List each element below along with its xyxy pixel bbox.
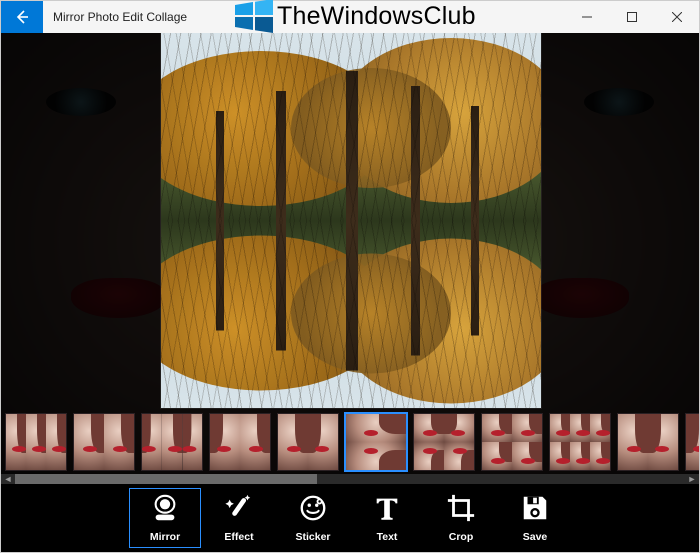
- bottom-toolbar: Mirror Effect Sticker Text Crop Save: [1, 484, 699, 552]
- scroll-right-button[interactable]: ►: [685, 474, 699, 484]
- layout-thumb-0[interactable]: [5, 413, 67, 471]
- sticker-icon: [298, 493, 328, 528]
- layout-thumb-6[interactable]: [413, 413, 475, 471]
- close-icon: [672, 12, 682, 22]
- minimize-button[interactable]: [564, 1, 609, 33]
- layout-thumb-3[interactable]: [209, 413, 271, 471]
- workspace: ◄ ► Mirror Effect Sticker Text Crop Save: [1, 33, 699, 552]
- scroll-left-button[interactable]: ◄: [1, 474, 15, 484]
- save-label: Save: [523, 531, 548, 543]
- window-title: Mirror Photo Edit Collage: [43, 10, 187, 24]
- mirror-label: Mirror: [150, 531, 180, 543]
- window-controls: [564, 1, 699, 33]
- arrow-left-icon: [14, 9, 30, 25]
- crop-tool[interactable]: Crop: [425, 488, 497, 548]
- windows-logo-icon: [233, 0, 275, 33]
- preview-canvas[interactable]: [161, 33, 541, 408]
- save-tool[interactable]: Save: [499, 488, 571, 548]
- watermark: TheWindowsClub: [233, 0, 476, 33]
- app-window: Mirror Photo Edit Collage TheWindowsClub: [0, 0, 700, 553]
- watermark-text: TheWindowsClub: [277, 2, 476, 31]
- crop-icon: [446, 493, 476, 528]
- layout-thumb-10[interactable]: [685, 413, 699, 471]
- layout-thumb-5[interactable]: [345, 413, 407, 471]
- mirror-tool[interactable]: Mirror: [129, 488, 201, 548]
- text-tool[interactable]: Text: [351, 488, 423, 548]
- crop-label: Crop: [449, 531, 474, 543]
- mirror-icon: [150, 493, 180, 528]
- layout-thumb-1[interactable]: [73, 413, 135, 471]
- save-icon: [520, 493, 550, 528]
- layout-thumb-8[interactable]: [549, 413, 611, 471]
- effect-tool[interactable]: Effect: [203, 488, 275, 548]
- layout-thumb-7[interactable]: [481, 413, 543, 471]
- titlebar: Mirror Photo Edit Collage TheWindowsClub: [1, 1, 699, 33]
- sticker-tool[interactable]: Sticker: [277, 488, 349, 548]
- text-icon: [372, 493, 402, 528]
- minimize-icon: [582, 12, 592, 22]
- maximize-icon: [627, 12, 637, 22]
- effect-icon: [224, 493, 254, 528]
- sticker-label: Sticker: [295, 531, 330, 543]
- layout-thumbnails: [1, 410, 699, 474]
- thumbnail-scrollbar[interactable]: ◄ ►: [1, 474, 699, 484]
- scroll-handle[interactable]: [15, 474, 317, 484]
- layout-thumb-9[interactable]: [617, 413, 679, 471]
- scroll-track[interactable]: [15, 474, 685, 484]
- close-button[interactable]: [654, 1, 699, 33]
- layout-thumb-4[interactable]: [277, 413, 339, 471]
- layout-thumb-2[interactable]: [141, 413, 203, 471]
- maximize-button[interactable]: [609, 1, 654, 33]
- effect-label: Effect: [224, 531, 253, 543]
- back-button[interactable]: [1, 1, 43, 33]
- text-label: Text: [377, 531, 398, 543]
